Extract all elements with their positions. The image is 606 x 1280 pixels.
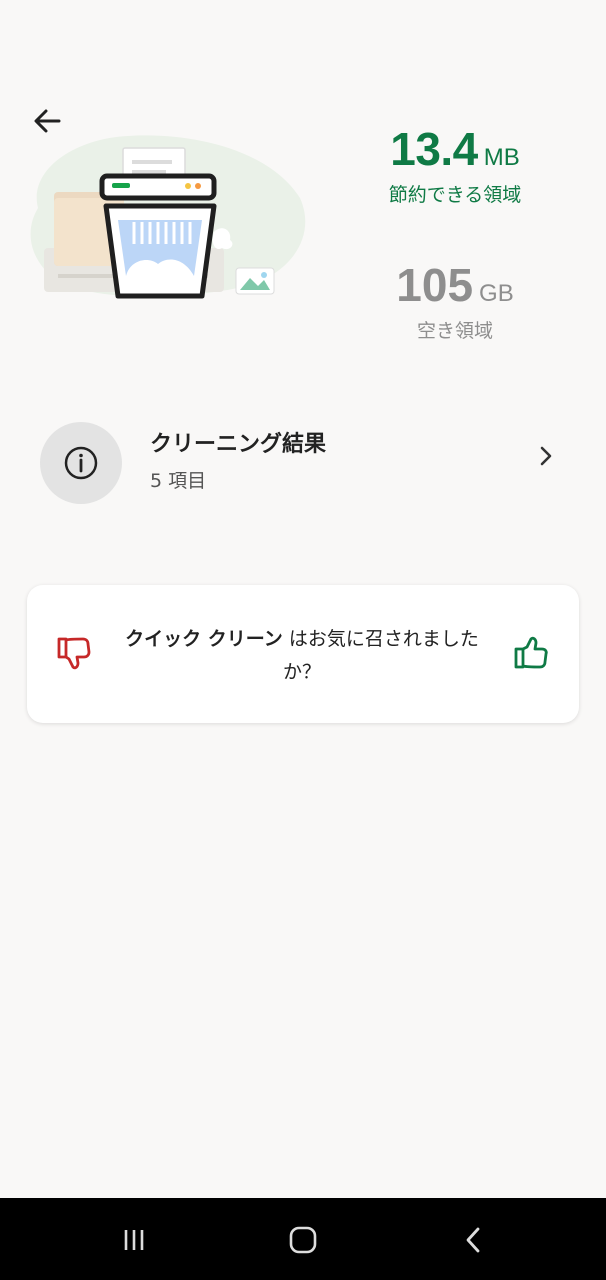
home-icon bbox=[289, 1226, 317, 1254]
cleaning-results-count: 5 項目 bbox=[150, 470, 207, 492]
thumbs-up-icon[interactable] bbox=[511, 633, 551, 673]
savable-space-unit: MB bbox=[483, 144, 520, 171]
quick-clean-result-screen: 13.4 MB 節約できる領域 105 GB 空き領域 クリーニング結果 5 項目 … bbox=[0, 0, 606, 1198]
free-space-value: 105 bbox=[396, 259, 474, 311]
feedback-question-text: はお気に召されましたか？ bbox=[282, 628, 479, 683]
nav-back-button[interactable] bbox=[452, 1218, 496, 1262]
savable-space-caption: 節約できる領域 bbox=[388, 184, 522, 206]
system-navigation-bar bbox=[0, 1198, 606, 1280]
feedback-question: クイック クリーン はお気に召されましたか？ bbox=[117, 623, 487, 689]
savable-space-stat: 13.4 MB 節約できる領域 bbox=[360, 126, 550, 207]
info-icon bbox=[64, 446, 98, 480]
nav-back-icon bbox=[466, 1227, 480, 1253]
recent-apps-icon bbox=[124, 1230, 144, 1250]
feedback-card: クイック クリーン はお気に召されましたか？ bbox=[27, 585, 579, 723]
free-space-caption: 空き領域 bbox=[416, 320, 493, 342]
recent-apps-button[interactable] bbox=[112, 1218, 156, 1262]
thumbs-down-icon[interactable] bbox=[53, 633, 93, 673]
cleaning-results-title: クリーニング結果 bbox=[150, 432, 327, 457]
info-icon-circle bbox=[40, 422, 122, 504]
savable-space-value: 13.4 bbox=[390, 123, 478, 175]
chevron-right-icon bbox=[540, 446, 552, 466]
feature-name: クイック クリーン bbox=[125, 628, 283, 650]
shredder-illustration bbox=[30, 135, 306, 299]
free-space-unit: GB bbox=[479, 280, 514, 307]
free-space-stat: 105 GB 空き領域 bbox=[360, 262, 550, 343]
home-button[interactable] bbox=[281, 1218, 325, 1262]
cleaning-results-row[interactable]: クリーニング結果 5 項目 bbox=[0, 412, 606, 512]
